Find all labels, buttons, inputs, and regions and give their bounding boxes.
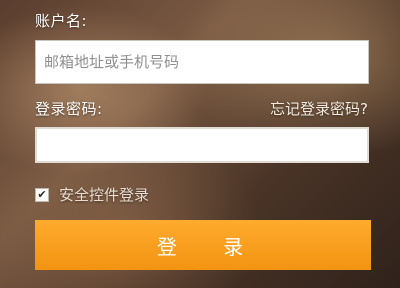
security-control-checkbox[interactable]: ✔ [35,187,49,202]
account-input[interactable] [35,40,369,84]
forgot-password-link[interactable]: 忘记登录密码? [270,98,368,119]
password-input[interactable] [35,127,369,163]
password-label: 登录密码: [35,100,103,118]
security-control-row: ✔ 安全控件登录 [35,184,149,205]
account-label: 账户名: [35,12,88,30]
check-icon: ✔ [37,188,47,201]
login-button[interactable]: 登 录 [35,220,371,270]
security-control-label: 安全控件登录 [59,186,150,204]
